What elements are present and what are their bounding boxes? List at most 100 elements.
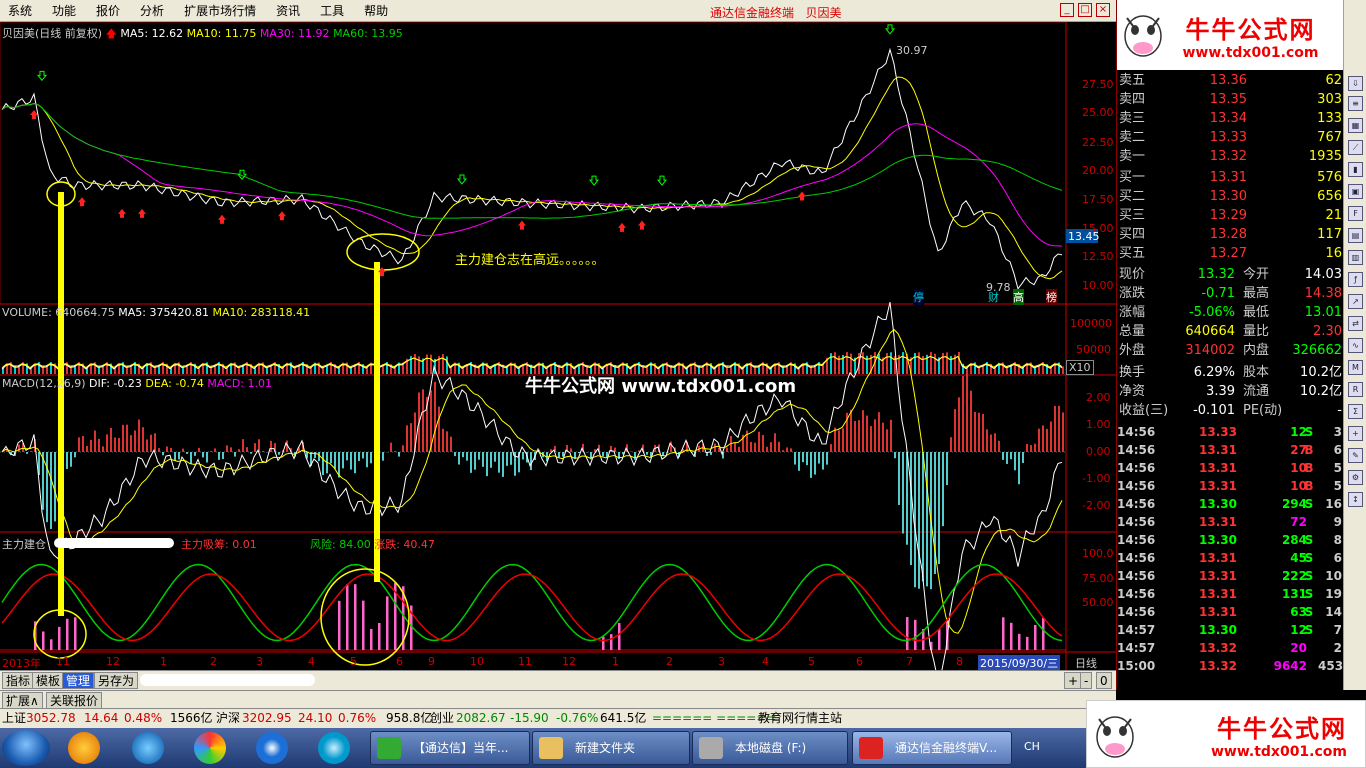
indicator-bar xyxy=(1002,617,1005,650)
fund-icon[interactable]: F xyxy=(1348,206,1363,221)
menu-quote[interactable]: 报价 xyxy=(96,2,132,19)
list-icon[interactable]: ≡ xyxy=(1348,96,1363,111)
calendar-icon[interactable]: ▣ xyxy=(1348,184,1363,199)
cy-label: 创业 xyxy=(430,711,455,725)
bar-chart-icon[interactable]: ▮ xyxy=(1348,162,1363,177)
menu-system[interactable]: 系统 xyxy=(8,2,44,19)
y-tick: 10.00 xyxy=(1082,279,1114,292)
start-button[interactable] xyxy=(2,730,50,766)
tab-save-as[interactable]: 另存为 xyxy=(94,672,139,689)
menu-tools[interactable]: 工具 xyxy=(320,2,356,19)
reset-button[interactable]: 0 xyxy=(1096,672,1112,689)
zoom-out-button[interactable]: - xyxy=(1080,672,1093,689)
ask-row[interactable]: 卖四 13.35 303 xyxy=(1117,91,1344,109)
folder-icon xyxy=(539,737,563,759)
arrow-down-icon[interactable]: ⇩ xyxy=(1348,76,1363,91)
tick-price: 13.31 xyxy=(1199,587,1237,601)
menu-extended-market[interactable]: 扩展市场行情 xyxy=(184,2,268,19)
macd-bar xyxy=(18,444,20,452)
tab-extend[interactable]: 扩展∧ xyxy=(2,692,43,709)
indicator-y-tick: 50.00 xyxy=(1082,596,1114,609)
macd-bar xyxy=(114,437,116,452)
annotation-bar-1 xyxy=(58,192,64,616)
taskbar-window-1[interactable]: 【通达信】当年... xyxy=(370,731,530,765)
tick-count: 453 xyxy=(1318,659,1344,673)
volume-bar xyxy=(426,354,428,374)
taskbar-window-4[interactable]: 通达信金融终端V... xyxy=(852,731,1012,765)
tab-related-quotes[interactable]: 关联报价 xyxy=(46,692,103,709)
tick-row: 14:56 13.31 27 B 6 xyxy=(1117,441,1344,459)
macd-bar xyxy=(166,446,168,452)
menu-analysis[interactable]: 分析 xyxy=(140,2,176,19)
pinwheel-app-icon[interactable] xyxy=(68,732,100,764)
menu-help[interactable]: 帮助 xyxy=(364,2,400,19)
tick-row: 14:56 13.33 12 S 3 xyxy=(1117,423,1344,441)
ask-row[interactable]: 卖三 13.34 133 xyxy=(1117,110,1344,128)
bid-row[interactable]: 买三 13.29 21 xyxy=(1117,207,1344,225)
menu-news[interactable]: 资讯 xyxy=(276,2,312,19)
zoom-in-icon[interactable]: + xyxy=(1348,426,1363,441)
ask-row[interactable]: 卖一 13.32 1935 xyxy=(1117,148,1344,166)
ie-browser-icon[interactable] xyxy=(132,732,164,764)
cow-logo-icon xyxy=(1096,716,1134,758)
draw-icon[interactable]: ✎ xyxy=(1348,448,1363,463)
time-axis-label: 1 xyxy=(612,655,619,668)
compare-icon[interactable]: ⇄ xyxy=(1348,316,1363,331)
macd-y-tick: 2.00 xyxy=(1086,391,1111,404)
period-label[interactable]: 日线 xyxy=(1075,655,1097,671)
close-button[interactable]: × xyxy=(1096,3,1110,17)
grid-icon[interactable]: ▥ xyxy=(1348,250,1363,265)
taskbar-window-2[interactable]: 新建文件夹 xyxy=(532,731,690,765)
chart-icon[interactable]: ▦ xyxy=(1348,118,1363,133)
indicator-bar xyxy=(42,631,45,650)
maximize-button[interactable]: □ xyxy=(1078,3,1092,17)
arrow-up-icon: 🡅 xyxy=(105,27,117,40)
taskbar-window-3[interactable]: 本地磁盘 (F:) xyxy=(692,731,848,765)
macd-bar xyxy=(146,439,148,452)
bid-row[interactable]: 买一 13.31 576 xyxy=(1117,169,1344,187)
minimize-button[interactable]: _ xyxy=(1060,3,1074,17)
table-icon[interactable]: ▤ xyxy=(1348,228,1363,243)
line-chart-icon[interactable]: ⟋ xyxy=(1348,140,1363,155)
macd-bar xyxy=(94,430,96,452)
trend-icon[interactable]: ↗ xyxy=(1348,294,1363,309)
macd-bar xyxy=(834,427,836,452)
quote-label: 买二 xyxy=(1119,189,1146,204)
macd-bar xyxy=(470,452,472,473)
marker-finance[interactable]: 财 xyxy=(988,289,999,305)
macd-bar xyxy=(1046,428,1048,452)
k-app-icon[interactable] xyxy=(256,732,288,764)
tab-manage[interactable]: 管理 xyxy=(62,672,95,689)
macd-bar xyxy=(54,452,56,522)
bid-row[interactable]: 买二 13.30 656 xyxy=(1117,188,1344,206)
settings-icon[interactable]: ⚙ xyxy=(1348,470,1363,485)
kline-chart[interactable] xyxy=(0,22,1116,670)
rsi-icon[interactable]: R xyxy=(1348,382,1363,397)
ask-row[interactable]: 卖二 13.33 767 xyxy=(1117,129,1344,147)
marker-high[interactable]: 高 xyxy=(1013,289,1024,305)
browser-icon[interactable] xyxy=(194,732,226,764)
quote-price: 13.29 xyxy=(1209,208,1247,223)
bid-row[interactable]: 买四 13.28 117 xyxy=(1117,226,1344,244)
ask-row[interactable]: 卖五 13.36 62 xyxy=(1117,72,1344,90)
language-indicator[interactable]: CH xyxy=(1024,740,1040,753)
scroll-icon[interactable]: ↕ xyxy=(1348,492,1363,507)
macd-bar xyxy=(502,452,504,477)
tab-template[interactable]: 模板 xyxy=(32,672,65,689)
indicator-bar xyxy=(50,639,53,650)
marker-rank[interactable]: 榜 xyxy=(1046,289,1057,305)
stats-icon[interactable]: Σ xyxy=(1348,404,1363,419)
menu-function[interactable]: 功能 xyxy=(52,2,88,19)
macd-bar xyxy=(498,452,500,473)
volume-unit: X10 xyxy=(1066,360,1094,375)
bid-row[interactable]: 买五 13.27 16 xyxy=(1117,245,1344,263)
stat-label: 流通 xyxy=(1243,384,1270,399)
macd-bar xyxy=(982,413,984,452)
tick-time: 14:56 xyxy=(1117,515,1156,529)
indicator-icon[interactable]: ∿ xyxy=(1348,338,1363,353)
formula-icon[interactable]: ƒ xyxy=(1348,272,1363,287)
marker-suspend[interactable]: 停 xyxy=(913,289,924,305)
macd-icon[interactable]: M xyxy=(1348,360,1363,375)
tab-indicator[interactable]: 指标 xyxy=(2,672,35,689)
swirl-app-icon[interactable] xyxy=(318,732,350,764)
